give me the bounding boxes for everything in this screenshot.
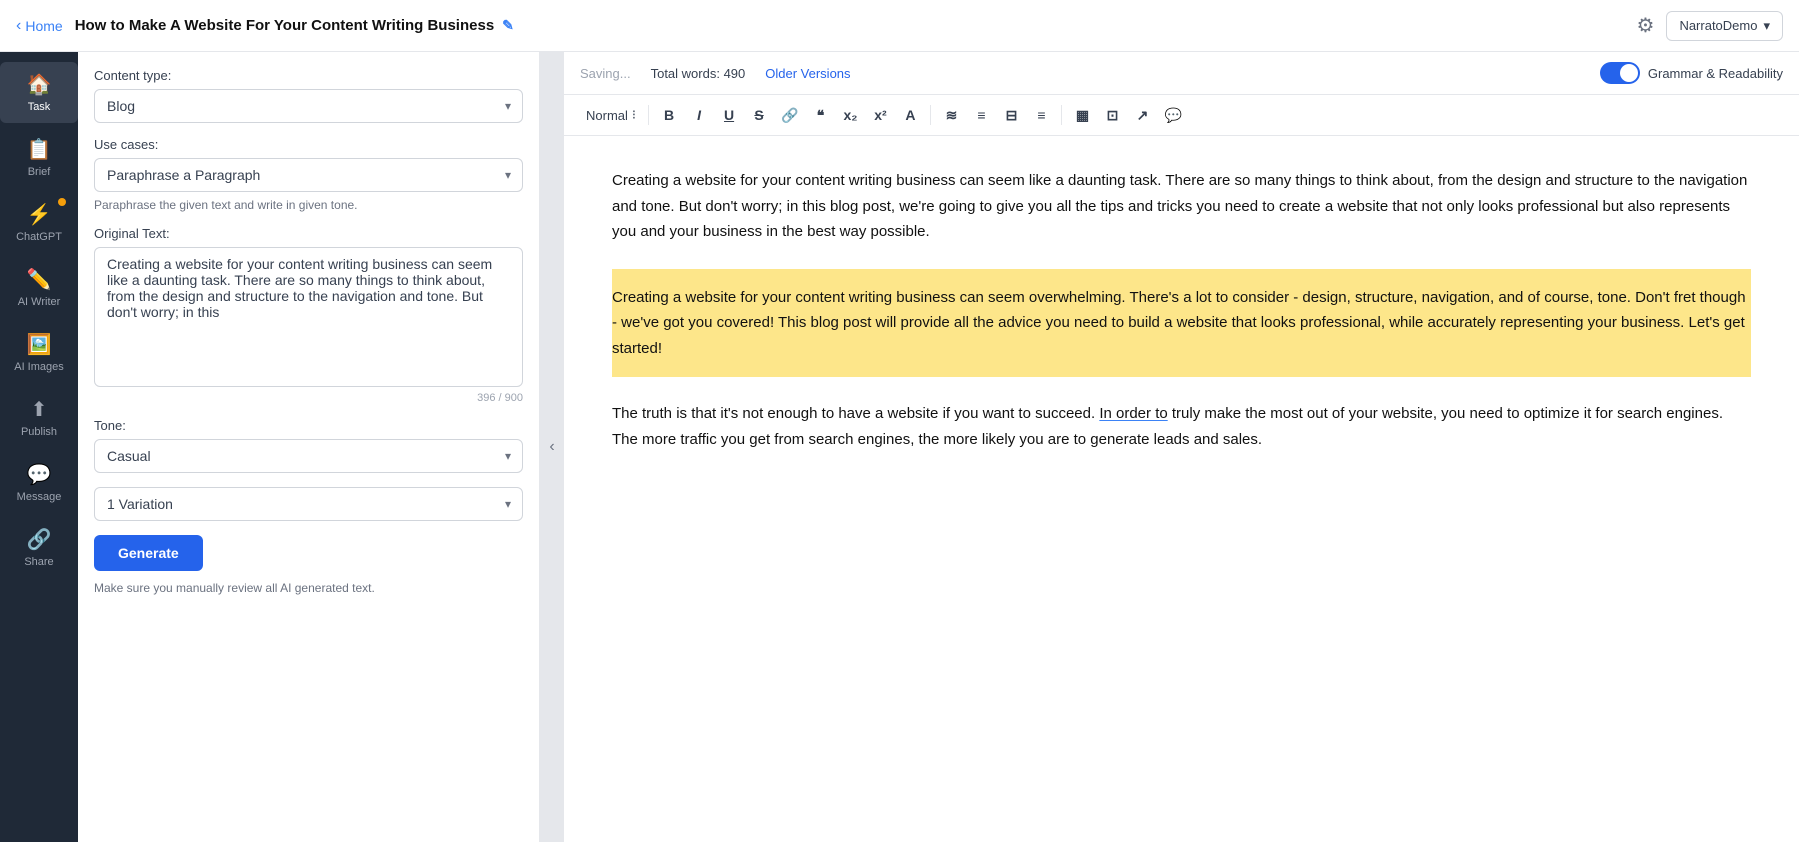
grammar-toggle-area: Grammar & Readability xyxy=(1600,62,1783,84)
underline-button[interactable]: U xyxy=(715,101,743,129)
generate-button[interactable]: Generate xyxy=(94,535,203,571)
content-type-label: Content type: xyxy=(94,68,523,83)
embed-button[interactable]: ↗ xyxy=(1128,101,1156,129)
in-order-to-link: In order to xyxy=(1099,405,1167,422)
use-cases-wrapper: Paraphrase a Paragraph xyxy=(94,158,523,192)
style-label: Normal xyxy=(586,108,628,123)
sidebar-item-ai-images[interactable]: 🖼️ AI Images xyxy=(0,322,78,383)
sidebar: 🏠 Task 📋 Brief ⚡ ChatGPT ✏️ AI Writer 🖼️… xyxy=(0,52,78,842)
sidebar-label-publish: Publish xyxy=(21,426,57,438)
unordered-list-button[interactable]: ⊟ xyxy=(997,101,1025,129)
sidebar-item-ai-writer[interactable]: ✏️ AI Writer xyxy=(0,257,78,318)
subscript-button[interactable]: x₂ xyxy=(836,101,864,129)
dropdown-chevron-icon: ▾ xyxy=(1763,18,1770,34)
sidebar-label-share: Share xyxy=(24,556,53,568)
original-text-label: Original Text: xyxy=(94,226,523,241)
user-dropdown[interactable]: NarratoDemo ▾ xyxy=(1666,11,1783,41)
task-icon: 🏠 xyxy=(27,72,52,97)
collapse-panel-button[interactable]: ‹ xyxy=(540,52,564,842)
saving-status: Saving... xyxy=(580,66,631,81)
variations-select[interactable]: 1 Variation xyxy=(94,487,523,521)
main-layout: 🏠 Task 📋 Brief ⚡ ChatGPT ✏️ AI Writer 🖼️… xyxy=(0,52,1799,842)
page-title: How to Make A Website For Your Content W… xyxy=(75,17,1637,34)
tone-label: Tone: xyxy=(94,418,523,433)
editor-topbar: Saving... Total words: 490 Older Version… xyxy=(564,52,1799,95)
ai-note: Make sure you manually review all AI gen… xyxy=(94,581,523,595)
tone-wrapper: Casual xyxy=(94,439,523,473)
sidebar-item-chatgpt[interactable]: ⚡ ChatGPT xyxy=(0,192,78,253)
special-chars-button[interactable]: ≋ xyxy=(937,101,965,129)
sidebar-label-ai-writer: AI Writer xyxy=(18,296,61,308)
editor-content[interactable]: Creating a website for your content writ… xyxy=(564,136,1799,842)
chatgpt-badge xyxy=(58,198,66,206)
grammar-toggle[interactable] xyxy=(1600,62,1640,84)
top-nav: ‹ Home How to Make A Website For Your Co… xyxy=(0,0,1799,52)
align-button[interactable]: ≡ xyxy=(1027,101,1055,129)
superscript-button[interactable]: x² xyxy=(866,101,894,129)
settings-button[interactable]: ⚙ xyxy=(1637,13,1655,38)
brief-icon: 📋 xyxy=(27,137,52,162)
sidebar-label-message: Message xyxy=(17,491,62,503)
left-panel: Content type: Blog Use cases: Paraphrase… xyxy=(78,52,540,842)
font-color-button[interactable]: A xyxy=(896,101,924,129)
ai-images-icon: 🖼️ xyxy=(27,332,52,357)
use-case-description: Paraphrase the given text and write in g… xyxy=(94,198,523,212)
toolbar-divider-1 xyxy=(648,105,649,125)
variations-wrapper: 1 Variation xyxy=(94,487,523,521)
sidebar-label-task: Task xyxy=(28,101,51,113)
sidebar-item-publish[interactable]: ⬆ Publish xyxy=(0,387,78,448)
use-cases-label: Use cases: xyxy=(94,137,523,152)
sidebar-label-brief: Brief xyxy=(28,166,51,178)
edit-icon[interactable]: ✎ xyxy=(502,17,514,34)
chevron-left-icon: ‹ xyxy=(16,17,21,35)
strikethrough-button[interactable]: S xyxy=(745,101,773,129)
sidebar-item-task[interactable]: 🏠 Task xyxy=(0,62,78,123)
toolbar-divider-3 xyxy=(1061,105,1062,125)
sidebar-item-share[interactable]: 🔗 Share xyxy=(0,517,78,578)
use-cases-select[interactable]: Paraphrase a Paragraph xyxy=(94,158,523,192)
home-link[interactable]: ‹ Home xyxy=(16,17,63,35)
home-label: Home xyxy=(25,18,62,34)
sidebar-label-ai-images: AI Images xyxy=(14,361,64,373)
sidebar-label-chatgpt: ChatGPT xyxy=(16,231,62,243)
word-count: Total words: 490 xyxy=(651,66,746,81)
ai-writer-icon: ✏️ xyxy=(27,267,52,292)
paragraph-1-underlined: But don't worry; in this blog post, we'r… xyxy=(612,198,1730,241)
char-count: 396 / 900 xyxy=(94,392,523,404)
paragraph-1: Creating a website for your content writ… xyxy=(612,168,1751,245)
toolbar-divider-2 xyxy=(930,105,931,125)
link-button[interactable]: 🔗 xyxy=(775,101,804,129)
table-button[interactable]: ⊡ xyxy=(1098,101,1126,129)
paragraph-3: The truth is that it's not enough to hav… xyxy=(612,401,1751,452)
original-text-input[interactable]: Creating a website for your content writ… xyxy=(94,247,523,387)
comment-button[interactable]: 💬 xyxy=(1158,101,1187,129)
share-icon: 🔗 xyxy=(27,527,52,552)
top-nav-right: ⚙ NarratoDemo ▾ xyxy=(1637,11,1784,41)
style-selector[interactable]: Normal ⁝ xyxy=(580,103,642,127)
content-type-wrapper: Blog xyxy=(94,89,523,123)
grammar-label: Grammar & Readability xyxy=(1648,66,1783,81)
chatgpt-icon: ⚡ xyxy=(27,202,52,227)
style-dropdown-icon: ⁝ xyxy=(632,107,636,123)
older-versions-link[interactable]: Older Versions xyxy=(765,66,850,81)
ordered-list-button[interactable]: ≡ xyxy=(967,101,995,129)
sidebar-item-brief[interactable]: 📋 Brief xyxy=(0,127,78,188)
bold-button[interactable]: B xyxy=(655,101,683,129)
sidebar-item-message[interactable]: 💬 Message xyxy=(0,452,78,513)
image-button[interactable]: ▦ xyxy=(1068,101,1096,129)
content-type-select[interactable]: Blog xyxy=(94,89,523,123)
quote-button[interactable]: ❝ xyxy=(806,101,834,129)
tone-select[interactable]: Casual xyxy=(94,439,523,473)
editor-toolbar: Normal ⁝ B I U S 🔗 ❝ x₂ x² A ≋ ≡ ⊟ ≡ ▦ ⊡… xyxy=(564,95,1799,136)
message-icon: 💬 xyxy=(27,462,52,487)
italic-button[interactable]: I xyxy=(685,101,713,129)
editor-area: Saving... Total words: 490 Older Version… xyxy=(564,52,1799,842)
publish-icon: ⬆ xyxy=(31,397,48,422)
highlighted-paragraph: Creating a website for your content writ… xyxy=(612,269,1751,378)
user-label: NarratoDemo xyxy=(1679,18,1757,33)
